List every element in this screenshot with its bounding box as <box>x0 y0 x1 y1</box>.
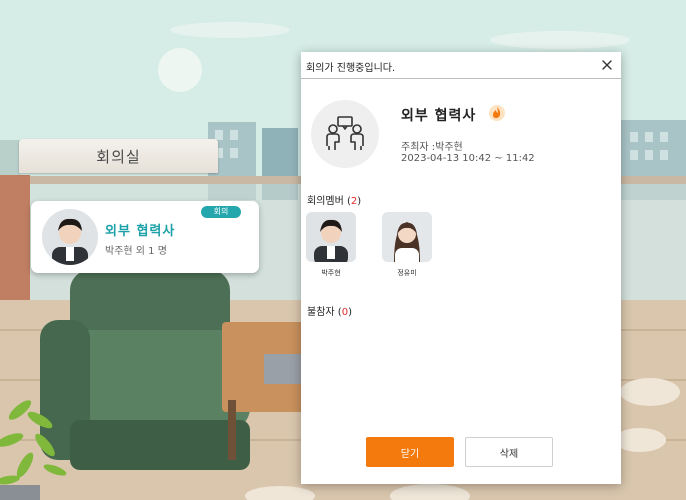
host-avatar <box>42 209 98 265</box>
meeting-time: 2023-04-13 10:42 ~ 11:42 <box>401 153 535 164</box>
member-name: 박주현 <box>321 269 341 277</box>
absent-section-label: 불참자 (0) <box>307 307 352 318</box>
meeting-title: 외부 협력사 <box>401 108 477 124</box>
member-photo <box>306 212 356 262</box>
meeting-card-host: 박주현 외 1 명 <box>105 246 167 257</box>
close-icon[interactable] <box>599 57 615 73</box>
member-name: 정유미 <box>397 269 417 277</box>
absent-count: 0 <box>341 307 349 318</box>
fire-logo-icon <box>488 104 506 122</box>
dialog-title: 회의가 진행중입니다. <box>306 63 396 74</box>
meeting-room-label: 회의실 <box>19 139 218 173</box>
meeting-type-badge: 회의 <box>201 206 241 218</box>
meeting-people-icon <box>311 100 379 168</box>
meeting-card[interactable]: 외부 협력사 박주현 외 1 명 회의 <box>31 201 259 273</box>
delete-button[interactable]: 삭제 <box>465 437 553 467</box>
member-item[interactable]: 박주현 <box>306 212 358 278</box>
close-button[interactable]: 닫기 <box>366 437 454 467</box>
dialog-header: 회의가 진행중입니다. <box>301 52 621 79</box>
meeting-host: 주최자 :박주현 <box>401 142 463 153</box>
members-count: 2 <box>350 196 358 207</box>
member-item[interactable]: 정유미 <box>382 212 434 278</box>
absent-label-text: 불참자 <box>307 307 335 318</box>
members-label-text: 회의멤버 <box>307 196 344 207</box>
meeting-card-title: 외부 협력사 <box>105 224 176 239</box>
members-section-label: 회의멤버 (2) <box>307 196 362 207</box>
meeting-dialog: 회의가 진행중입니다. 외부 협력사 주최자 :박주현 2023-04-13 1… <box>301 52 621 484</box>
member-photo <box>382 212 432 262</box>
